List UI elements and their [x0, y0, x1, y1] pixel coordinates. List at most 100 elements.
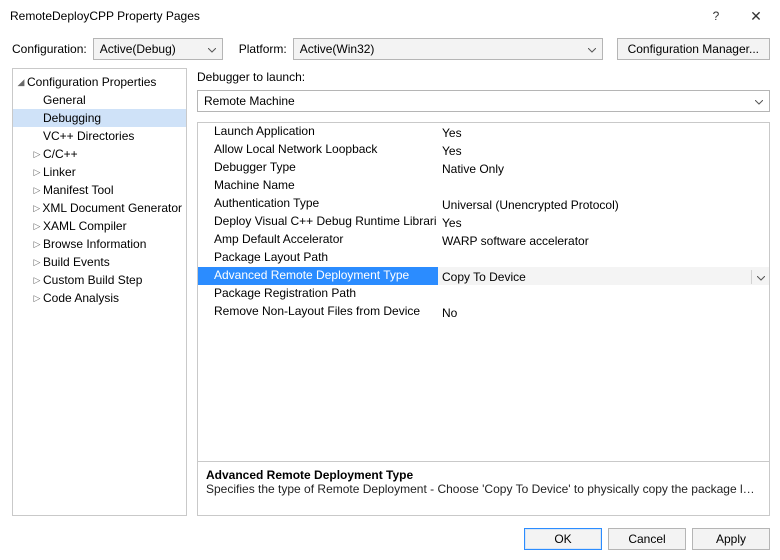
property-row[interactable]: Package Layout Path	[198, 249, 769, 267]
platform-select[interactable]: Active(Win32)	[293, 38, 603, 60]
config-row: Configuration: Active(Debug) Platform: A…	[0, 32, 780, 68]
property-name: Allow Local Network Loopback	[198, 141, 438, 159]
tree-item[interactable]: ▷Code Analysis	[13, 289, 186, 307]
tree-item-label: VC++ Directories	[43, 129, 134, 143]
property-name: Advanced Remote Deployment Type	[198, 267, 438, 285]
platform-value: Active(Win32)	[300, 42, 375, 56]
property-value[interactable]: No	[438, 303, 769, 321]
chevron-down-icon	[588, 42, 596, 56]
property-name: Launch Application	[198, 123, 438, 141]
expand-icon[interactable]: ▷	[31, 239, 43, 250]
window-title: RemoteDeployCPP Property Pages	[10, 9, 696, 23]
launcher-label: Debugger to launch:	[197, 68, 770, 90]
property-value[interactable]: WARP software accelerator	[438, 231, 769, 249]
tree-root-label: Configuration Properties	[27, 75, 156, 89]
property-row[interactable]: Amp Default AcceleratorWARP software acc…	[198, 231, 769, 249]
property-value[interactable]: Copy To Device	[438, 267, 769, 285]
tree-item-label: Build Events	[43, 255, 110, 269]
tree-item[interactable]: ▷Build Events	[13, 253, 186, 271]
property-name: Deploy Visual C++ Debug Runtime Librari	[198, 213, 438, 231]
tree-item[interactable]: General	[13, 91, 186, 109]
property-row[interactable]: Package Registration Path	[198, 285, 769, 303]
apply-button[interactable]: Apply	[692, 528, 770, 550]
tree-item-label: Browse Information	[43, 237, 146, 251]
chevron-down-icon[interactable]	[751, 270, 769, 284]
launcher-value: Remote Machine	[204, 94, 295, 108]
property-value[interactable]: Native Only	[438, 159, 769, 177]
property-name: Package Layout Path	[198, 249, 438, 267]
tree-item-label: General	[43, 93, 86, 107]
description-pane: Advanced Remote Deployment Type Specifie…	[198, 461, 769, 515]
help-button[interactable]: ?	[696, 9, 736, 23]
property-value[interactable]	[438, 249, 769, 267]
tree-root[interactable]: ◢ Configuration Properties	[13, 73, 186, 91]
tree-item-label: C/C++	[43, 147, 78, 161]
expand-icon[interactable]: ▷	[31, 257, 43, 268]
tree-item[interactable]: ▷Browse Information	[13, 235, 186, 253]
close-button[interactable]: ✕	[736, 8, 776, 25]
property-row[interactable]: Deploy Visual C++ Debug Runtime LibrariY…	[198, 213, 769, 231]
tree-item-label: XAML Compiler	[43, 219, 127, 233]
property-name: Amp Default Accelerator	[198, 231, 438, 249]
property-row[interactable]: Allow Local Network LoopbackYes	[198, 141, 769, 159]
tree-item[interactable]: ▷C/C++	[13, 145, 186, 163]
property-value[interactable]	[438, 285, 769, 303]
chevron-down-icon	[208, 42, 216, 56]
tree-item[interactable]: VC++ Directories	[13, 127, 186, 145]
configuration-select[interactable]: Active(Debug)	[93, 38, 223, 60]
tree-item[interactable]: ▷Manifest Tool	[13, 181, 186, 199]
configuration-label: Configuration:	[12, 42, 87, 56]
property-row[interactable]: Machine Name	[198, 177, 769, 195]
tree-item-label: Debugging	[43, 111, 101, 125]
expand-icon[interactable]: ▷	[31, 221, 43, 232]
property-value[interactable]	[438, 177, 769, 195]
property-grid: Launch ApplicationYesAllow Local Network…	[197, 122, 770, 516]
tree-item[interactable]: ▷Custom Build Step	[13, 271, 186, 289]
property-row[interactable]: Authentication TypeUniversal (Unencrypte…	[198, 195, 769, 213]
expand-icon[interactable]: ▷	[31, 167, 43, 178]
property-row[interactable]: Remove Non-Layout Files from DeviceNo	[198, 303, 769, 321]
expand-icon[interactable]: ▷	[31, 185, 43, 196]
titlebar: RemoteDeployCPP Property Pages ? ✕	[0, 0, 780, 32]
tree-item[interactable]: ▷XAML Compiler	[13, 217, 186, 235]
description-title: Advanced Remote Deployment Type	[206, 468, 761, 482]
property-name: Remove Non-Layout Files from Device	[198, 303, 438, 321]
property-grid-body[interactable]: Launch ApplicationYesAllow Local Network…	[198, 123, 769, 461]
category-tree[interactable]: ◢ Configuration Properties General Debugg…	[12, 68, 187, 516]
tree-item-label: Custom Build Step	[43, 273, 142, 287]
description-body: Specifies the type of Remote Deployment …	[206, 482, 761, 496]
tree-item[interactable]: ▷Linker	[13, 163, 186, 181]
property-value[interactable]: Yes	[438, 123, 769, 141]
expand-icon[interactable]: ▷	[31, 203, 42, 214]
chevron-down-icon	[755, 94, 763, 108]
tree-item-label: Code Analysis	[43, 291, 119, 305]
property-value[interactable]: Yes	[438, 213, 769, 231]
tree-item[interactable]: ▷XML Document Generator	[13, 199, 186, 217]
property-name: Debugger Type	[198, 159, 438, 177]
ok-button[interactable]: OK	[524, 528, 602, 550]
property-value[interactable]: Universal (Unencrypted Protocol)	[438, 195, 769, 213]
tree-item-label: XML Document Generator	[42, 201, 182, 215]
collapse-icon[interactable]: ◢	[15, 77, 27, 88]
right-pane: Debugger to launch: Remote Machine Launc…	[197, 68, 770, 516]
tree-item-label: Manifest Tool	[43, 183, 113, 197]
launcher-select[interactable]: Remote Machine	[197, 90, 770, 112]
tree-item[interactable]: Debugging	[13, 109, 186, 127]
property-name: Machine Name	[198, 177, 438, 195]
cancel-button[interactable]: Cancel	[608, 528, 686, 550]
property-value[interactable]: Yes	[438, 141, 769, 159]
main-area: ◢ Configuration Properties General Debugg…	[0, 68, 780, 520]
dialog-footer: OK Cancel Apply	[0, 520, 780, 560]
tree-item-label: Linker	[43, 165, 76, 179]
configuration-value: Active(Debug)	[100, 42, 176, 56]
property-name: Authentication Type	[198, 195, 438, 213]
property-row[interactable]: Debugger TypeNative Only	[198, 159, 769, 177]
property-row[interactable]: Advanced Remote Deployment TypeCopy To D…	[198, 267, 769, 285]
property-row[interactable]: Launch ApplicationYes	[198, 123, 769, 141]
configuration-manager-button[interactable]: Configuration Manager...	[617, 38, 770, 60]
expand-icon[interactable]: ▷	[31, 293, 43, 304]
expand-icon[interactable]: ▷	[31, 275, 43, 286]
expand-icon[interactable]: ▷	[31, 149, 43, 160]
property-pages-dialog: RemoteDeployCPP Property Pages ? ✕ Confi…	[0, 0, 780, 560]
platform-label: Platform:	[239, 42, 287, 56]
